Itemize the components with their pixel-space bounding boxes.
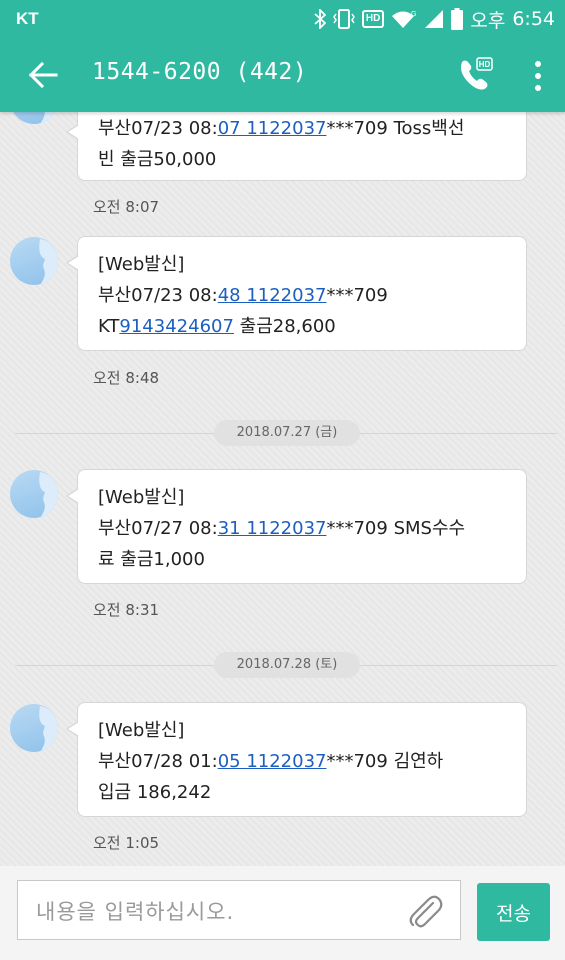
message-list[interactable]: 부산07/23 08:07 1122037***709 Toss백선 빈 출금5… <box>0 112 565 866</box>
message-link[interactable]: 9143424607 <box>119 316 234 337</box>
wifi-icon: G <box>392 11 417 28</box>
message-line: 빈 출금50,000 <box>98 149 217 170</box>
message-input[interactable]: 내용을 입력하십시오. <box>17 880 461 940</box>
message-link[interactable]: 05 1122037 <box>218 751 327 772</box>
message-line: 부산07/23 08:07 1122037***709 Toss백선 <box>98 118 465 139</box>
carrier-label: KT <box>16 9 39 28</box>
message-line: 입금 186,242 <box>98 782 212 803</box>
avatar <box>10 112 58 124</box>
battery-icon <box>451 8 464 30</box>
composer-bar: 내용을 입력하십시오. 전송 <box>0 866 565 960</box>
hd-call-icon[interactable]: HD <box>456 56 494 94</box>
vibrate-icon <box>333 9 355 29</box>
message-link[interactable]: 31 1122037 <box>218 518 327 539</box>
message-bubble[interactable]: [Web발신] 부산07/27 08:31 1122037***709 SMS수… <box>66 469 527 584</box>
status-bar: KT HD G 오후 6:54 <box>0 0 565 38</box>
clock-ampm: 오후 <box>470 9 506 32</box>
date-divider: 2018.07.28 (토) <box>214 652 360 678</box>
message-time: 오전 1:05 <box>93 834 160 852</box>
message-line: 부산07/28 01:05 1122037***709 김연하 <box>98 751 444 772</box>
send-button[interactable]: 전송 <box>477 883 550 941</box>
avatar <box>10 237 58 285</box>
paperclip-icon[interactable] <box>404 891 444 931</box>
clock-time: 6:54 <box>512 8 555 30</box>
message-time: 오전 8:07 <box>93 198 160 216</box>
hd-voice-icon: HD <box>361 10 385 28</box>
message-input-placeholder: 내용을 입력하십시오. <box>36 900 235 924</box>
message-line: 료 출금1,000 <box>98 549 205 570</box>
date-divider: 2018.07.27 (금) <box>214 420 360 446</box>
svg-text:G: G <box>411 11 416 18</box>
signal-icon <box>425 10 444 28</box>
message-line: 부산07/27 08:31 1122037***709 SMS수수 <box>98 518 466 539</box>
message-header: [Web발신] <box>98 254 185 275</box>
bluetooth-icon <box>314 9 326 29</box>
message-time: 오전 8:48 <box>93 369 160 387</box>
message-header: [Web발신] <box>98 720 185 741</box>
message-link[interactable]: 48 1122037 <box>218 285 327 306</box>
conversation-title: 1544-6200 (442) <box>92 59 308 85</box>
avatar <box>10 470 58 518</box>
message-line: KT9143424607 출금28,600 <box>98 316 336 337</box>
message-bubble[interactable]: [Web발신] 부산07/23 08:48 1122037***709 KT91… <box>66 236 527 351</box>
message-bubble[interactable]: 부산07/23 08:07 1122037***709 Toss백선 빈 출금5… <box>66 112 527 181</box>
message-link[interactable]: 07 1122037 <box>218 118 327 139</box>
back-arrow-icon[interactable] <box>28 61 58 89</box>
app-bar: 1544-6200 (442) HD <box>0 38 565 112</box>
message-time: 오전 8:31 <box>93 601 160 619</box>
message-bubble[interactable]: [Web발신] 부산07/28 01:05 1122037***709 김연하 … <box>66 702 527 817</box>
hd-call-badge: HD <box>479 60 491 69</box>
message-header: [Web발신] <box>98 487 185 508</box>
more-vert-icon[interactable] <box>527 58 549 94</box>
message-line: 부산07/23 08:48 1122037***709 <box>98 285 388 306</box>
status-icons: HD G 오후 6:54 <box>314 5 555 33</box>
avatar <box>10 704 58 752</box>
